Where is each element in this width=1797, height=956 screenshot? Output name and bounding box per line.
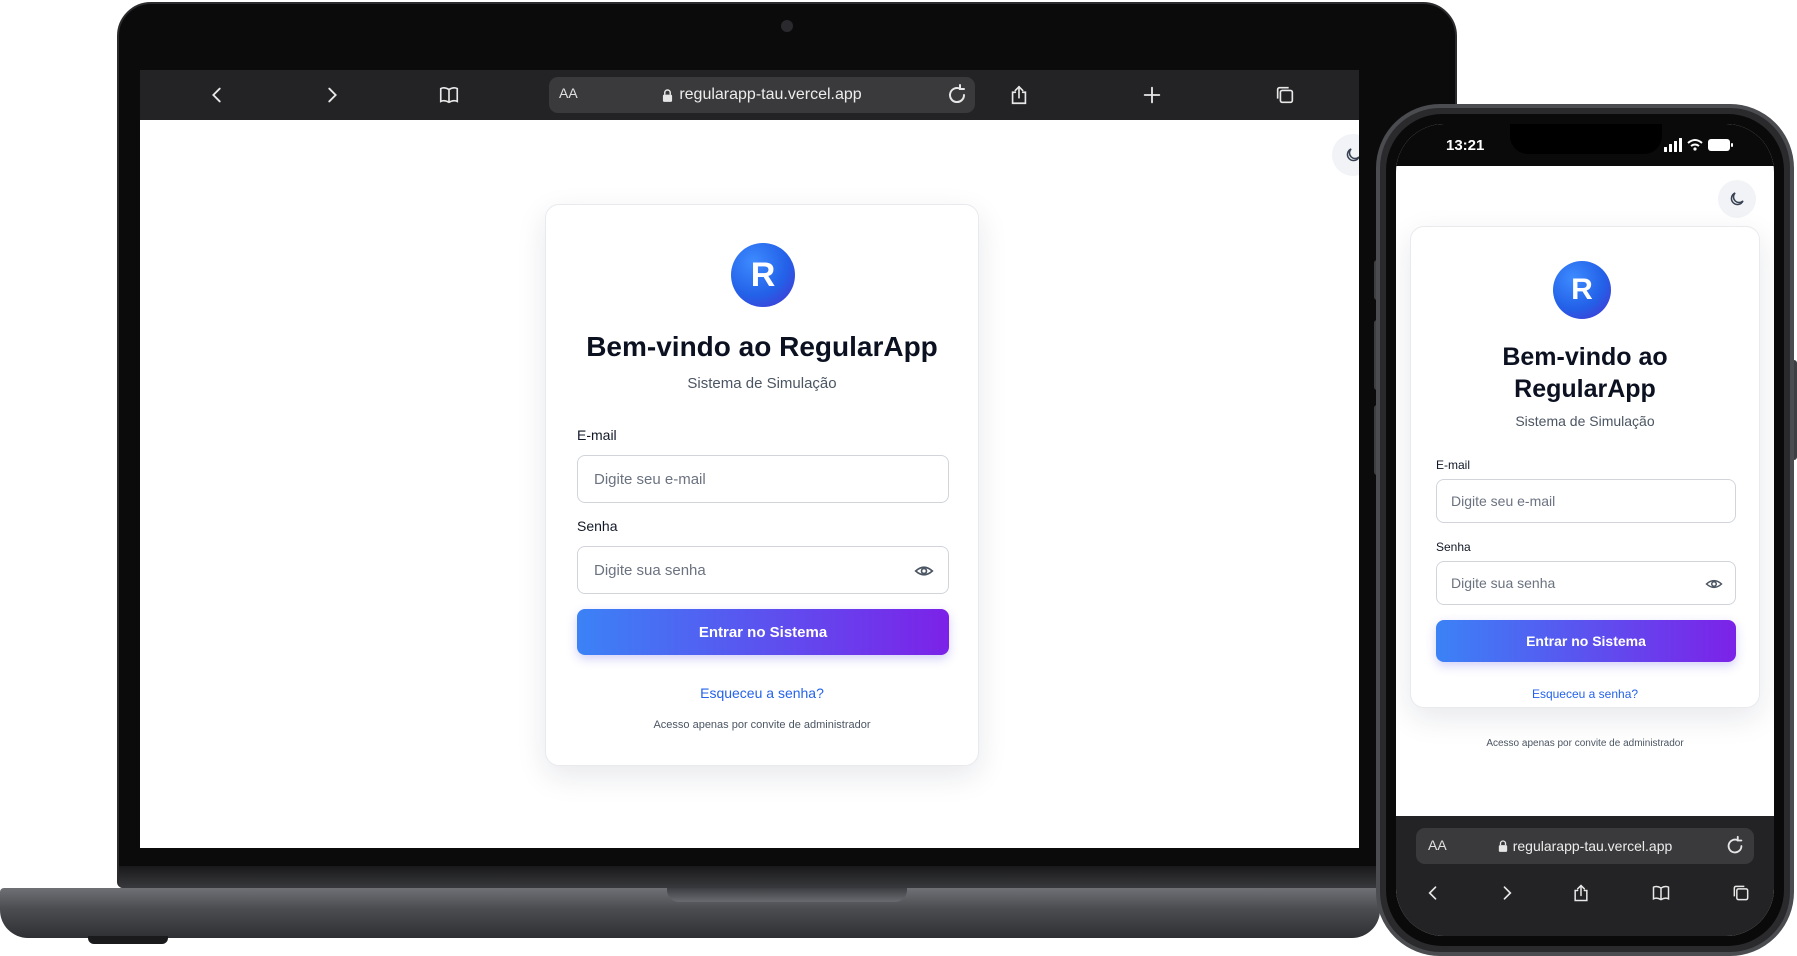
signal-icon: [1664, 138, 1682, 152]
phone-screen: 13:21 R Bem-vindo ao RegularApp Sistema …: [1396, 124, 1774, 936]
tabs-icon[interactable]: [1268, 78, 1302, 112]
email-field[interactable]: Digite seu e-mail: [577, 455, 949, 503]
password-placeholder: Digite sua senha: [1451, 575, 1556, 591]
back-icon[interactable]: [1418, 878, 1448, 908]
moon-icon: [1730, 192, 1744, 206]
email-placeholder: Digite seu e-mail: [1451, 493, 1556, 509]
text-size-button[interactable]: AA: [1428, 837, 1447, 853]
page-title: Bem-vindo ao RegularApp: [586, 331, 938, 362]
phone-status-bar: 13:21: [1396, 124, 1774, 166]
forward-icon[interactable]: [1492, 878, 1522, 908]
laptop-address-bar[interactable]: AA regularapp-tau.vercel.app: [549, 77, 975, 113]
wifi-icon: [1687, 139, 1703, 151]
dynamic-island: [1510, 124, 1662, 154]
page-subtitle: Sistema de Simulação: [687, 375, 837, 392]
laptop-foot: [88, 936, 168, 944]
app-logo: R: [731, 243, 795, 307]
text-size-button[interactable]: AA: [559, 85, 578, 101]
mobile-url: regularapp-tau.vercel.app: [1512, 838, 1673, 854]
page-subtitle-mobile: Sistema de Simulação: [1515, 413, 1655, 429]
email-label: E-mail: [577, 427, 617, 443]
eye-icon[interactable]: [914, 561, 934, 581]
laptop-browser-toolbar: AA regularapp-tau.vercel.app: [140, 70, 1359, 120]
theme-toggle-button[interactable]: [1332, 134, 1359, 176]
laptop-url: regularapp-tau.vercel.app: [679, 86, 862, 103]
password-label: Senha: [1436, 540, 1471, 554]
tabs-icon[interactable]: [1726, 878, 1756, 908]
bookmarks-icon[interactable]: [1646, 878, 1676, 908]
status-time: 13:21: [1446, 137, 1485, 154]
battery-icon: [1708, 139, 1733, 151]
app-logo: R: [1553, 261, 1611, 319]
status-icons: [1664, 138, 1733, 152]
email-placeholder: Digite seu e-mail: [594, 470, 706, 488]
login-submit-button-mobile[interactable]: Entrar no Sistema: [1436, 620, 1736, 662]
email-label: E-mail: [1436, 458, 1471, 472]
bookmarks-icon[interactable]: [432, 78, 466, 112]
password-placeholder: Digite sua senha: [594, 561, 706, 579]
back-icon[interactable]: [200, 78, 234, 112]
laptop-hinge: [119, 866, 1455, 888]
invite-only-note-mobile: Acesso apenas por convite de administrad…: [1486, 738, 1684, 749]
password-field[interactable]: Digite sua senha: [577, 546, 949, 594]
logo-letter: R: [1571, 273, 1593, 306]
moon-icon: [1346, 148, 1359, 162]
forward-icon[interactable]: [315, 78, 349, 112]
reload-icon[interactable]: [1724, 835, 1746, 857]
laptop-opening-notch: [667, 888, 907, 902]
login-card-mobile: R Bem-vindo ao RegularApp Sistema de Sim…: [1410, 226, 1760, 708]
eye-icon[interactable]: [1705, 575, 1723, 593]
page-title-line-2: RegularApp: [1514, 375, 1656, 403]
laptop-screen: AA regularapp-tau.vercel.app R Bem-vindo…: [140, 70, 1359, 848]
password-field-mobile[interactable]: Digite sua senha: [1436, 561, 1736, 605]
lock-icon: [663, 88, 673, 102]
phone-browser-toolbar: AA regularapp-tau.vercel.app: [1396, 816, 1774, 936]
email-field-mobile[interactable]: Digite seu e-mail: [1436, 479, 1736, 523]
lock-icon: [1498, 840, 1507, 852]
new-tab-icon[interactable]: [1135, 78, 1169, 112]
forgot-password-link-mobile[interactable]: Esqueceu a senha?: [1411, 687, 1759, 701]
page-title-line-1: Bem-vindo ao: [1502, 343, 1668, 371]
reload-icon[interactable]: [945, 83, 969, 107]
page-title-mobile: Bem-vindo ao RegularApp: [1411, 341, 1759, 405]
invite-only-note: Acesso apenas por convite de administrad…: [653, 719, 871, 731]
login-submit-button[interactable]: Entrar no Sistema: [577, 609, 949, 655]
mobile-address-bar[interactable]: AA regularapp-tau.vercel.app: [1416, 828, 1754, 864]
theme-toggle-button-mobile[interactable]: [1718, 180, 1756, 218]
password-label: Senha: [577, 518, 618, 534]
share-icon[interactable]: [1002, 78, 1036, 112]
device-mockup: AA regularapp-tau.vercel.app R Bem-vindo…: [0, 0, 1797, 956]
login-card: R Bem-vindo ao RegularApp Sistema de Sim…: [545, 204, 979, 766]
laptop-camera: [781, 20, 793, 32]
forgot-password-link[interactable]: Esqueceu a senha?: [546, 685, 978, 701]
logo-letter: R: [750, 255, 776, 294]
share-icon[interactable]: [1566, 878, 1596, 908]
